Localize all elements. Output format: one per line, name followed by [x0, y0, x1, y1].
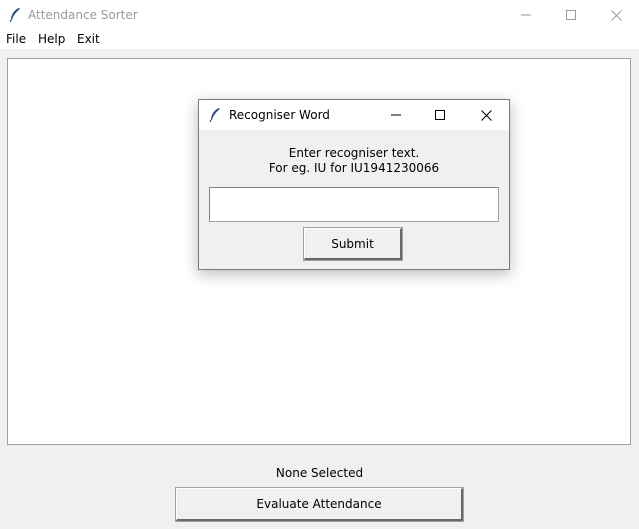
recogniser-input[interactable]: [209, 187, 499, 222]
main-titlebar[interactable]: Attendance Sorter: [0, 0, 639, 30]
prompt-line-1: Enter recogniser text.: [288, 146, 420, 160]
menubar: File Help Exit: [0, 30, 639, 49]
menu-help[interactable]: Help: [38, 32, 65, 46]
maximize-button[interactable]: [548, 0, 594, 30]
menu-file[interactable]: File: [6, 32, 26, 46]
prompt-line-2: For eg. IU for IU1941230066: [268, 161, 440, 175]
feather-icon: [208, 107, 222, 123]
window-title: Attendance Sorter: [28, 8, 138, 22]
minimize-icon: [391, 114, 401, 116]
dialog-titlebar[interactable]: Recogniser Word: [199, 100, 509, 130]
recogniser-dialog: Recogniser Word Enter recogniser text. F…: [198, 99, 510, 270]
maximize-icon: [435, 110, 445, 120]
dialog-prompt: Enter recogniser text. For eg. IU for IU…: [199, 146, 509, 176]
minimize-icon: [521, 14, 531, 16]
submit-button[interactable]: Submit: [303, 227, 403, 261]
close-icon: [610, 9, 622, 21]
maximize-icon: [566, 10, 576, 20]
feather-icon: [8, 7, 22, 23]
dialog-maximize-button[interactable]: [417, 100, 463, 130]
close-button[interactable]: [593, 0, 639, 30]
menu-exit[interactable]: Exit: [77, 32, 100, 46]
dialog-title: Recogniser Word: [229, 108, 330, 122]
minimize-button[interactable]: [503, 0, 549, 30]
evaluate-attendance-button[interactable]: Evaluate Attendance: [175, 487, 464, 522]
close-icon: [480, 109, 492, 121]
dialog-close-button[interactable]: [463, 100, 509, 130]
dialog-minimize-button[interactable]: [373, 100, 419, 130]
selection-status: None Selected: [275, 466, 364, 480]
